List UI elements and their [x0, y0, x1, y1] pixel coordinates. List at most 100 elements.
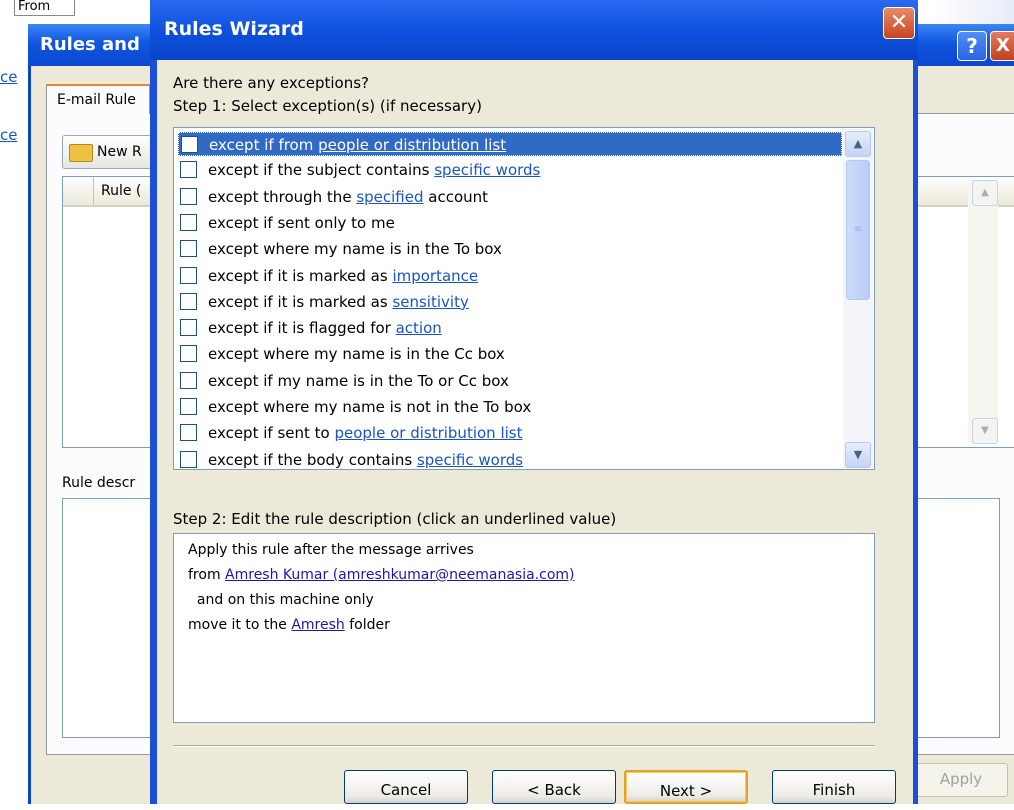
exception-condition-item[interactable]: except where my name is in the Cc box [178, 342, 842, 366]
condition-text: except through the [208, 187, 357, 206]
exception-checkbox[interactable] [180, 398, 197, 415]
exception-condition-text: except where my name is in the Cc box [208, 342, 505, 366]
exception-condition-item[interactable]: except if the subject contains specific … [178, 158, 842, 182]
description-line: move it to the Amresh folder [188, 617, 390, 633]
condition-text: except where my name is in the To box [208, 240, 502, 259]
step1-label: Step 1: Select exception(s) (if necessar… [173, 97, 482, 115]
rule-column-header[interactable]: Rule ( [101, 183, 141, 199]
condition-text: except if the body contains [208, 450, 417, 469]
exception-condition-item[interactable]: except if from people or distribution li… [178, 132, 842, 156]
scroll-thumb[interactable]: ≡ [846, 160, 870, 300]
exception-checkbox[interactable] [180, 292, 197, 310]
scroll-up-arrow-icon[interactable]: ▲ [972, 180, 998, 206]
description-line: from Amresh Kumar (amreshkumar@neemanasi… [188, 567, 574, 583]
scroll-down-arrow-icon[interactable]: ▼ [845, 442, 871, 468]
folder-link[interactable]: Amresh [291, 617, 344, 633]
checkbox-column-header[interactable] [63, 177, 94, 205]
scroll-up-arrow-icon[interactable]: ▲ [845, 131, 871, 157]
description-text: folder [344, 617, 390, 633]
scroll-down-arrow-icon[interactable]: ▼ [972, 418, 998, 444]
description-text: from [188, 567, 226, 583]
exception-checkbox[interactable] [180, 240, 197, 258]
exception-condition-text: except if it is marked as importance [208, 264, 478, 288]
background-link-snippet[interactable]: ce [0, 126, 24, 144]
exception-condition-text: except if the body contains specific wor… [208, 448, 523, 469]
exception-condition-item[interactable]: except if sent only to me [178, 211, 842, 235]
condition-text: except if sent to [208, 424, 335, 443]
rules-list-scrollbar[interactable] [968, 180, 998, 442]
exception-condition-item[interactable]: except if my name is in the To or Cc box [178, 369, 842, 393]
exception-condition-text: except if from people or distribution li… [209, 133, 506, 157]
background-close-button[interactable]: X [990, 31, 1014, 61]
back-button[interactable]: < Back [492, 770, 616, 804]
exception-checkbox[interactable] [180, 187, 197, 205]
rule-description-label: Rule descr [62, 475, 136, 491]
finish-button[interactable]: Finish [772, 770, 896, 804]
condition-value-link[interactable]: specified [356, 188, 423, 206]
condition-text: except where my name is in the Cc box [208, 345, 505, 364]
exception-condition-text: except if sent to people or distribution… [208, 421, 522, 445]
exception-condition-text: except where my name is in the To box [208, 237, 502, 261]
exception-condition-text: except if it is flagged for action [208, 316, 442, 340]
condition-value-link[interactable]: sensitivity [392, 293, 468, 311]
condition-text: except if it is flagged for [208, 319, 396, 338]
exception-checkbox[interactable] [180, 424, 197, 442]
background-link-snippet[interactable]: ce [0, 68, 24, 86]
apply-button[interactable]: Apply [914, 763, 1008, 797]
exception-condition-text: except if the subject contains specific … [208, 158, 540, 182]
exception-condition-item[interactable]: except if it is flagged for action [178, 316, 842, 340]
condition-value-link[interactable]: importance [392, 267, 478, 285]
rule-description-editor: Apply this rule after the message arrive… [173, 533, 875, 723]
step2-label: Step 2: Edit the rule description (click… [173, 510, 617, 528]
exception-condition-text: except if my name is in the To or Cc box [208, 369, 509, 393]
condition-text: except if my name is in the To or Cc box [208, 371, 509, 390]
exception-condition-item[interactable]: except where my name is in the To box [178, 237, 842, 261]
new-rule-icon [69, 144, 93, 162]
from-column-header[interactable]: From [14, 0, 75, 16]
exception-condition-text: except through the specified account [208, 185, 488, 209]
condition-value-link[interactable]: people or distribution list [318, 136, 506, 154]
exception-checkbox[interactable] [180, 213, 197, 231]
condition-text: except if it is marked as [208, 292, 393, 311]
description-text: move it to the [188, 617, 292, 633]
button-separator [173, 745, 875, 747]
next-button[interactable]: Next > [624, 770, 748, 804]
condition-text: except if sent only to me [208, 213, 395, 232]
exception-checkbox[interactable] [180, 345, 197, 363]
tab-email-rules[interactable]: E-mail Rule [46, 84, 150, 114]
close-icon[interactable]: ✕ [883, 7, 915, 39]
new-rule-label: New R [97, 144, 142, 160]
exception-condition-item[interactable]: except if it is marked as importance [178, 264, 842, 288]
condition-value-link[interactable]: specific words [434, 161, 540, 179]
exception-checkbox[interactable] [180, 266, 197, 284]
rules-wizard-title: Rules Wizard [164, 18, 304, 40]
exception-checkbox[interactable] [180, 319, 197, 337]
help-button[interactable]: ? [957, 31, 987, 61]
exceptions-question: Are there any exceptions? [173, 74, 369, 92]
exception-checkbox[interactable] [181, 136, 198, 153]
exception-condition-item[interactable]: except if sent to people or distribution… [178, 421, 842, 445]
exception-condition-item[interactable]: except if the body contains specific wor… [178, 448, 842, 469]
exception-condition-item[interactable]: except through the specified account [178, 185, 842, 209]
exception-checkbox[interactable] [180, 161, 197, 179]
condition-value-link[interactable]: people or distribution list [334, 424, 522, 442]
condition-text: except if the subject contains [208, 161, 435, 180]
exception-condition-text: except where my name is not in the To bo… [208, 395, 531, 419]
exceptions-list[interactable]: except if from people or distribution li… [173, 127, 875, 470]
new-rule-button[interactable]: New R [62, 135, 152, 169]
rules-and-alerts-title: Rules and [40, 34, 140, 55]
background-sheen [930, 0, 1014, 24]
description-line: and on this machine only [188, 592, 374, 608]
condition-text: account [423, 187, 489, 206]
condition-text: except where my name is not in the To bo… [208, 398, 532, 416]
exception-condition-item[interactable]: except where my name is not in the To bo… [178, 395, 842, 419]
condition-value-link[interactable]: specific words [417, 451, 523, 469]
condition-value-link[interactable]: action [396, 319, 442, 337]
sender-link[interactable]: Amresh Kumar (amreshkumar@neemanasia.com… [225, 567, 574, 583]
condition-text: except if from [209, 136, 319, 154]
exception-condition-text: except if sent only to me [208, 211, 395, 235]
exception-condition-item[interactable]: except if it is marked as sensitivity [178, 290, 842, 314]
exception-checkbox[interactable] [180, 371, 197, 389]
cancel-button[interactable]: Cancel [344, 770, 468, 804]
exception-checkbox[interactable] [180, 450, 197, 468]
